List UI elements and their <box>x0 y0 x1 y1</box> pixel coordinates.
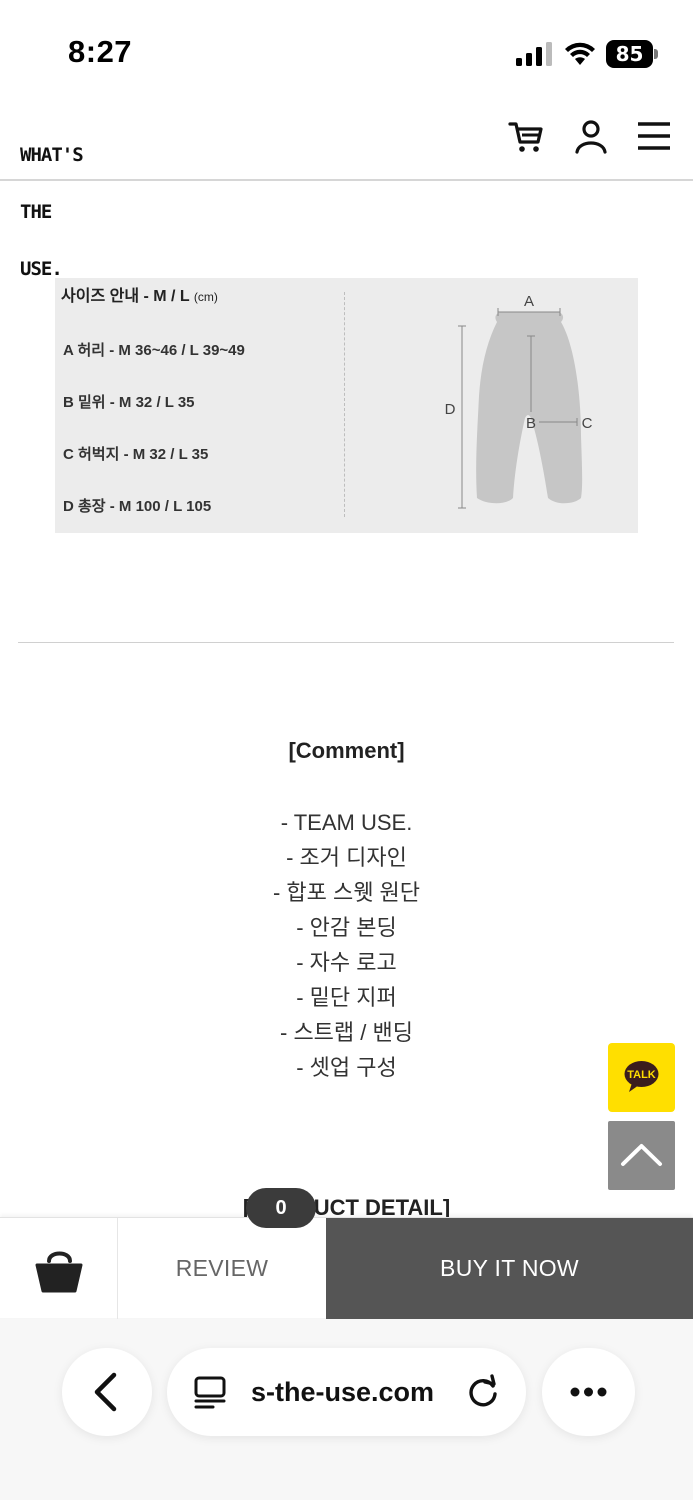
back-icon <box>94 1372 117 1412</box>
purchase-bar: REVIEW BUY IT NOW <box>0 1217 693 1319</box>
size-row-thigh: C 허벅지 - M 32 / L 35 <box>63 446 209 463</box>
comment-line: - 밑단 지퍼 <box>296 985 397 1010</box>
review-button[interactable]: REVIEW <box>118 1218 326 1319</box>
more-button[interactable] <box>542 1348 635 1436</box>
reload-icon[interactable] <box>465 1374 501 1410</box>
tabs-icon[interactable] <box>193 1374 227 1410</box>
kakao-talk-label: TALK <box>627 1069 656 1081</box>
comment-line: - 조거 디자인 <box>286 845 407 870</box>
pants-silhouette <box>476 312 583 504</box>
pants-diagram: A D B C <box>445 293 593 509</box>
comment-title: [Comment] <box>288 738 405 763</box>
dim-label-b: B <box>526 415 536 432</box>
size-row-length: D 총장 - M 100 / L 105 <box>63 498 212 515</box>
account-icon[interactable] <box>573 118 609 154</box>
dim-label-a: A <box>524 293 534 310</box>
kakao-talk-button[interactable]: TALK <box>608 1043 675 1112</box>
cart-icon[interactable] <box>508 118 544 154</box>
comment-line: - 자수 로고 <box>296 950 397 975</box>
site-header: WHAT'S THE USE. <box>0 96 693 279</box>
scroll-top-button[interactable] <box>608 1121 675 1190</box>
url-text[interactable]: s-the-use.com <box>251 1348 434 1436</box>
size-row-waist: A 허리 - M 36~46 / L 39~49 <box>63 342 245 359</box>
dim-label-c: C <box>582 415 593 432</box>
status-time: 8:27 <box>68 34 133 69</box>
kakao-talk-icon: TALK <box>624 1061 659 1092</box>
more-icon <box>570 1387 607 1397</box>
size-guide-title: 사이즈 안내 - M / L (cm) <box>61 282 218 306</box>
comment-line: - 합포 스웻 원단 <box>272 880 421 905</box>
section-divider <box>18 642 674 643</box>
logo-line: USE. <box>20 258 63 280</box>
logo-line: THE <box>20 201 52 223</box>
buy-it-now-button[interactable]: BUY IT NOW <box>326 1218 693 1319</box>
address-bar[interactable]: s-the-use.com <box>167 1348 526 1436</box>
size-guide-divider <box>344 292 345 517</box>
battery-level: 85 <box>615 42 644 66</box>
status-bar: 8:27 85 <box>0 0 693 96</box>
dim-label-d: D <box>445 401 456 418</box>
signal-icon <box>516 42 552 66</box>
basket-button[interactable] <box>0 1218 118 1319</box>
menu-icon[interactable] <box>636 118 672 154</box>
count-badge: 0 <box>246 1188 316 1228</box>
wifi-icon <box>565 42 595 65</box>
size-guide-image: 사이즈 안내 - M / L (cm) A 허리 - M 36~46 / L 3… <box>55 278 638 533</box>
size-guide-title-text: 사이즈 안내 - M / L <box>61 288 190 305</box>
chevron-up-icon <box>621 1144 662 1166</box>
comment-line: - TEAM USE. <box>280 810 413 835</box>
back-button[interactable] <box>62 1348 152 1436</box>
browser-toolbar: s-the-use.com <box>0 1318 693 1500</box>
size-row-rise: B 밑위 - M 32 / L 35 <box>63 394 195 411</box>
comment-line: - 안감 본딩 <box>296 915 397 940</box>
battery-icon: 85 <box>606 40 658 68</box>
comment-line: - 셋업 구성 <box>296 1055 397 1080</box>
logo-line: WHAT'S <box>20 144 84 166</box>
size-guide-unit: (cm) <box>193 290 218 304</box>
comment-list: - TEAM USE. - 조거 디자인 - 합포 스웻 원단 - 안감 본딩 … <box>0 808 693 1088</box>
comment-line: - 스트랩 / 밴딩 <box>280 1020 413 1045</box>
basket-icon <box>35 1251 83 1293</box>
